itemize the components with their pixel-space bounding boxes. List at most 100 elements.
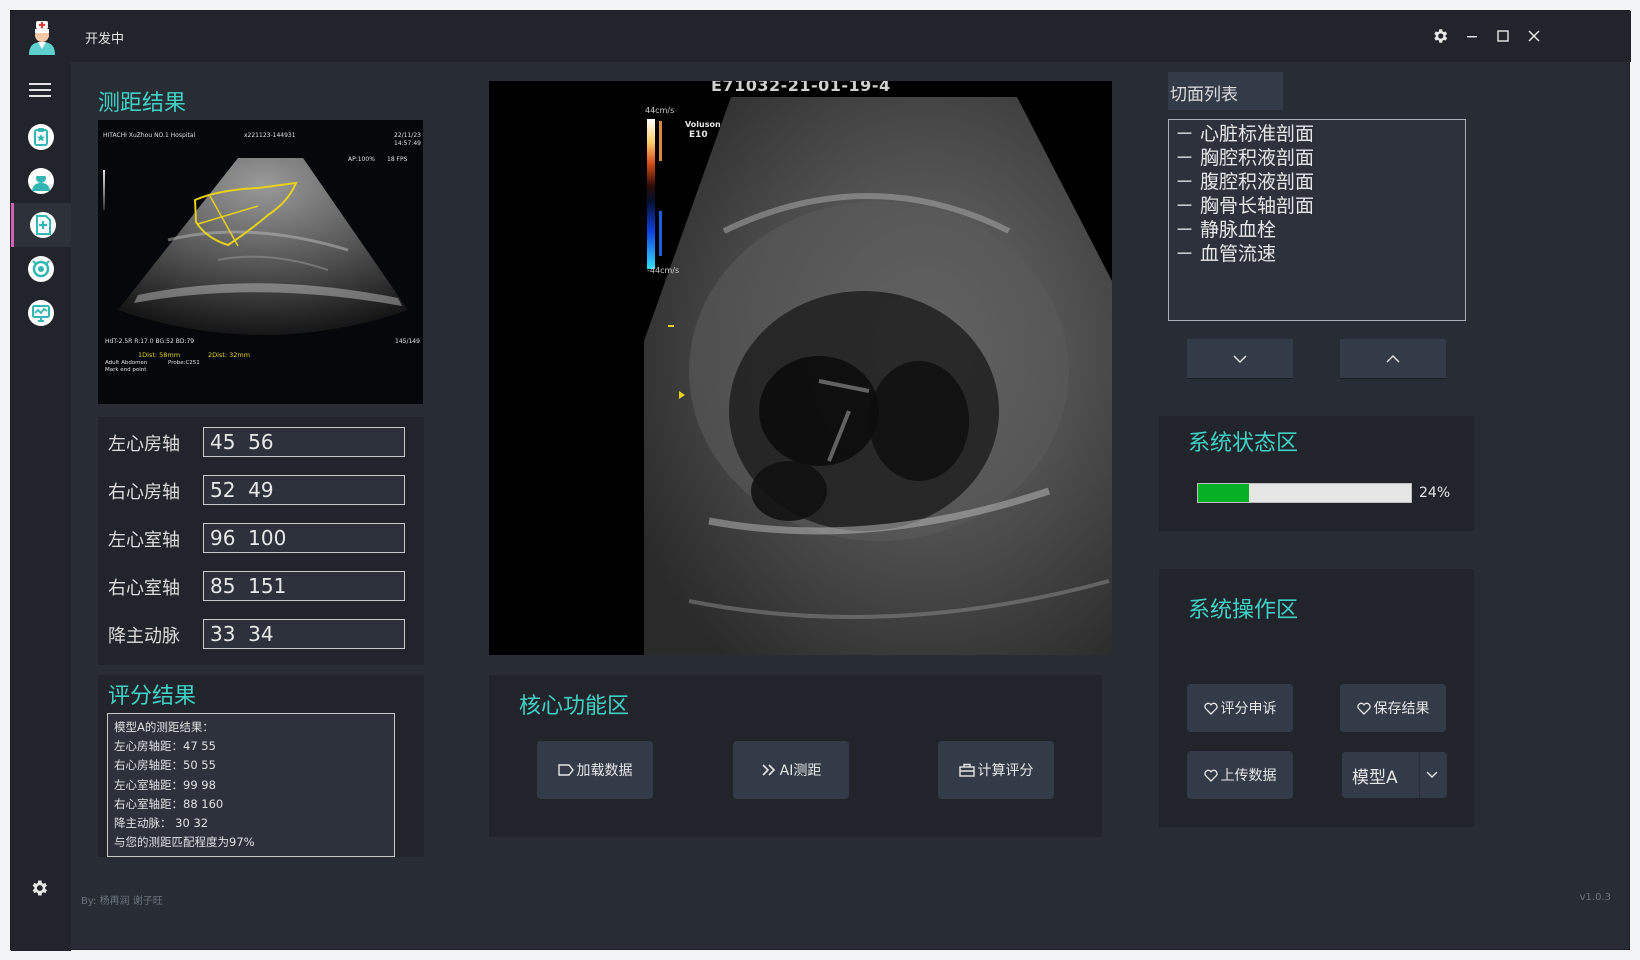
left-ventricle-input[interactable] bbox=[203, 523, 405, 553]
section-list-item[interactable]: － 血管流速 bbox=[1175, 242, 1459, 266]
section-list-item[interactable]: － 腹腔积液剖面 bbox=[1175, 170, 1459, 194]
calculate-score-button[interactable]: 计算评分 bbox=[938, 741, 1054, 799]
section-list[interactable]: － 心脏标准剖面 － 胸腔积液剖面 － 腹腔积液剖面 － 胸骨长轴剖面 － 静脉… bbox=[1168, 119, 1466, 321]
title-bar: 开发中 bbox=[11, 11, 1631, 62]
maximize-icon bbox=[1497, 30, 1509, 42]
right-atrium-input[interactable] bbox=[203, 475, 405, 505]
nav-item-clipboard[interactable] bbox=[11, 115, 71, 159]
section-list-item[interactable]: － 心脏标准剖面 bbox=[1175, 122, 1459, 146]
section-item-label: 腹腔积液剖面 bbox=[1200, 171, 1315, 193]
gear-icon bbox=[1434, 29, 1448, 43]
load-data-button[interactable]: 加载数据 bbox=[537, 741, 653, 799]
field-row-right-ventricle: 右心室轴 bbox=[108, 571, 408, 603]
load-data-label: 加载数据 bbox=[576, 763, 633, 779]
score-line: 右心房轴距：50 55 bbox=[114, 758, 216, 773]
section-item-label: 血管流速 bbox=[1200, 243, 1277, 265]
score-line: 与您的测距匹配程度为97% bbox=[114, 835, 255, 850]
score-line: 右心室轴距：88 160 bbox=[114, 796, 224, 811]
measurement-fields-panel: 左心房轴 右心房轴 左心室轴 右心室轴 降主动脉 bbox=[98, 417, 424, 665]
stethoscope-icon bbox=[28, 256, 54, 282]
color-scale-bottom: -44cm/s bbox=[647, 266, 679, 275]
section-list-header: 切面列表 bbox=[1168, 72, 1283, 110]
calculate-score-label: 计算评分 bbox=[977, 763, 1034, 779]
field-label-right-ventricle: 右心室轴 bbox=[108, 578, 180, 599]
nav-item-stethoscope[interactable] bbox=[11, 247, 71, 291]
progress-label: 24% bbox=[1419, 485, 1451, 501]
thumb-probe: Probe:C251 bbox=[168, 360, 200, 366]
chevron-up-icon bbox=[1386, 354, 1400, 362]
field-label-left-atrium: 左心房轴 bbox=[108, 434, 180, 455]
thumb-date: 22/11/23 bbox=[394, 132, 421, 139]
nav-item-monitor[interactable] bbox=[11, 291, 71, 335]
minimize-icon bbox=[1467, 36, 1477, 38]
model-select[interactable]: 模型A bbox=[1342, 752, 1447, 798]
app-window: 开发中 测距结果 HITACHI XuZhou NO.1 Hospital x2… bbox=[10, 10, 1631, 951]
section-item-label: 胸骨长轴剖面 bbox=[1200, 195, 1315, 217]
model-select-value: 模型A bbox=[1352, 768, 1398, 788]
progress-bar bbox=[1197, 483, 1412, 503]
score-line: 左心房轴距：47 55 bbox=[114, 739, 216, 754]
field-label-left-ventricle: 左心室轴 bbox=[108, 530, 180, 551]
descending-aorta-input[interactable] bbox=[203, 619, 405, 649]
hamburger-menu-button[interactable] bbox=[27, 79, 53, 105]
model-select-divider bbox=[1419, 752, 1420, 798]
field-row-left-atrium: 左心房轴 bbox=[108, 427, 408, 459]
nav-item-document[interactable] bbox=[11, 203, 71, 247]
thumb-id: x221123-144931 bbox=[244, 132, 296, 139]
right-ventricle-input[interactable] bbox=[203, 571, 405, 601]
progress-bar-fill bbox=[1198, 484, 1250, 502]
document-plus-icon bbox=[29, 212, 56, 238]
thumb-time: 14:57:49 bbox=[394, 140, 421, 147]
field-label-right-atrium: 右心房轴 bbox=[108, 482, 180, 503]
heart-icon bbox=[1203, 769, 1218, 782]
ultrasound-scan-graphic: 44cm/s -44cm/s Voluson E10 bbox=[644, 97, 1112, 655]
thumb-hospital: HITACHI XuZhou NO.1 Hospital bbox=[103, 132, 195, 139]
minimize-button[interactable] bbox=[1461, 25, 1483, 47]
scanner-model: E10 bbox=[689, 130, 708, 140]
close-button[interactable] bbox=[1523, 25, 1545, 47]
thumb-params: HdT-2.5R R:17.0 BG:52 BD:79 bbox=[105, 338, 194, 345]
color-scale-top: 44cm/s bbox=[645, 106, 674, 115]
doctor-icon bbox=[28, 168, 54, 194]
field-row-right-atrium: 右心房轴 bbox=[108, 475, 408, 507]
score-result-box[interactable]: 模型A的测距结果： 左心房轴距：47 55 右心房轴距：50 55 左心室轴距：… bbox=[107, 713, 395, 857]
save-result-label: 保存结果 bbox=[1373, 701, 1430, 717]
section-list-item[interactable]: － 静脉血栓 bbox=[1175, 218, 1459, 242]
section-item-label: 心脏标准剖面 bbox=[1200, 123, 1315, 145]
doctor-avatar-icon bbox=[29, 21, 55, 55]
measurement-title: 测距结果 bbox=[98, 91, 187, 116]
score-line: 降主动脉： 30 32 bbox=[114, 816, 209, 831]
list-prev-button[interactable] bbox=[1340, 339, 1446, 379]
thumb-dist1: 1Dist: 58mm bbox=[138, 351, 180, 359]
nav-item-doctor[interactable] bbox=[11, 159, 71, 203]
upload-data-button[interactable]: 上传数据 bbox=[1187, 751, 1293, 799]
thumb-fps: 18 FPS bbox=[387, 156, 408, 163]
thumb-frames: 145/149 bbox=[395, 338, 420, 345]
list-next-button[interactable] bbox=[1187, 339, 1293, 379]
save-result-button[interactable]: 保存结果 bbox=[1340, 684, 1446, 732]
section-list-item[interactable]: － 胸骨长轴剖面 bbox=[1175, 194, 1459, 218]
scanner-brand: Voluson bbox=[685, 120, 721, 129]
tag-icon bbox=[557, 764, 574, 776]
field-row-descending-aorta: 降主动脉 bbox=[108, 619, 408, 651]
score-line: 模型A的测距结果： bbox=[114, 720, 214, 734]
chevron-down-icon bbox=[1233, 355, 1247, 363]
ai-measure-button[interactable]: AI测距 bbox=[733, 741, 849, 799]
sidebar bbox=[11, 62, 71, 951]
appeal-score-button[interactable]: 评分申诉 bbox=[1187, 684, 1293, 732]
left-atrium-input[interactable] bbox=[203, 427, 405, 457]
section-list-item[interactable]: － 胸腔积液剖面 bbox=[1175, 146, 1459, 170]
gear-icon bbox=[32, 880, 47, 896]
maximize-button[interactable] bbox=[1492, 25, 1514, 47]
measurement-ultrasound-thumbnail: HITACHI XuZhou NO.1 Hospital x221123-144… bbox=[98, 120, 423, 404]
settings-button[interactable] bbox=[1429, 25, 1451, 47]
operations-title: 系统操作区 bbox=[1188, 598, 1299, 623]
briefcase-icon bbox=[958, 763, 975, 777]
main-ultrasound-image: 44cm/s -44cm/s Voluson E10 E71032-21-01-… bbox=[489, 81, 1112, 655]
upload-data-label: 上传数据 bbox=[1220, 768, 1277, 784]
sidebar-settings-button[interactable] bbox=[29, 878, 53, 902]
appeal-score-label: 评分申诉 bbox=[1220, 701, 1277, 717]
field-label-descending-aorta: 降主动脉 bbox=[108, 626, 180, 647]
double-chevron-icon bbox=[762, 764, 775, 776]
thumb-ap: AP:100% bbox=[348, 156, 375, 163]
